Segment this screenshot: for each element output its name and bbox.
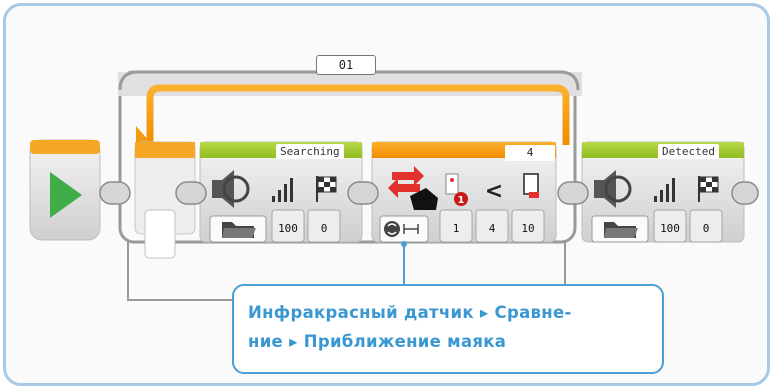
connector-4 [557, 181, 589, 205]
svg-text:1: 1 [458, 195, 465, 206]
sound1-playtype-value[interactable]: 0 [310, 222, 338, 235]
connector-5 [731, 181, 759, 205]
connector-3 [347, 181, 379, 205]
callout-text: Инфракрасный датчик ▸ Сравне- ние ▸ Приб… [248, 298, 653, 356]
switch-compare-type-value[interactable]: 4 [478, 222, 506, 235]
sound2-playtype-value[interactable]: 0 [692, 222, 720, 235]
sound2-volume-value[interactable]: 100 [656, 222, 684, 235]
loop-mode-selector [144, 209, 176, 259]
compare-less-icon: < [485, 179, 503, 204]
callout-box: Инфракрасный датчик ▸ Сравне- ние ▸ Приб… [232, 284, 664, 374]
loop-iteration-count[interactable]: 4 [505, 145, 555, 161]
switch-threshold-value[interactable]: 10 [514, 222, 542, 235]
sound1-volume-value[interactable]: 100 [274, 222, 302, 235]
callout-line-1: Инфракрасный датчик ▸ Сравне- [248, 303, 572, 322]
start-block [29, 139, 101, 241]
connector-1 [99, 181, 131, 205]
connector-2 [175, 181, 207, 205]
switch-port-value[interactable]: 1 [442, 222, 470, 235]
callout-line-2: ние ▸ Приближение маяка [248, 332, 507, 351]
sound-file-label-detected[interactable]: Detected [658, 144, 719, 159]
loop-name-label[interactable]: 01 [316, 55, 376, 75]
loop-arrow [146, 84, 570, 145]
threshold-icon [523, 173, 539, 198]
sound-file-label-searching[interactable]: Searching [276, 144, 344, 159]
